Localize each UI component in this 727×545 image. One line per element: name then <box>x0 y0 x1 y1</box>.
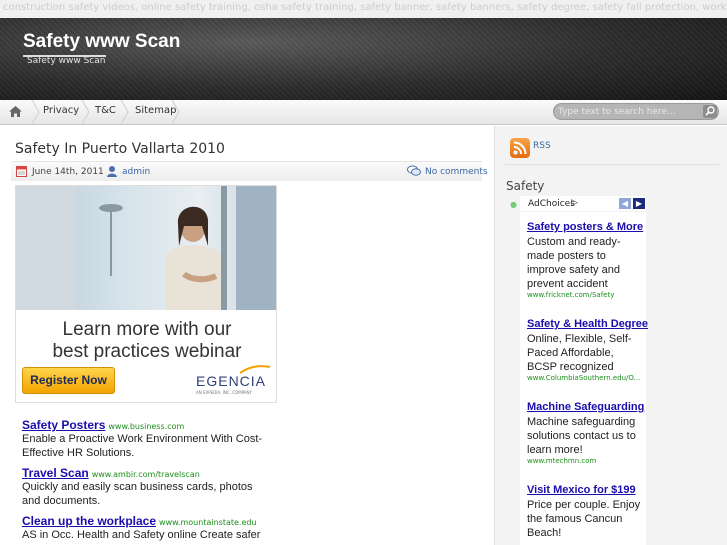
text-ad: Clean up the workplace www.mountainstate.… <box>22 514 272 542</box>
sidebar-ad-title[interactable]: Safety posters & More <box>527 220 646 235</box>
ad-photo <box>16 186 276 310</box>
sidebar-ad-description: Custom and ready-made posters to improve… <box>527 236 621 290</box>
bullet-icon: ● <box>510 200 517 209</box>
nav-separator <box>172 100 180 124</box>
sidebar-ad: Machine Safeguarding Machine safeguardin… <box>527 400 646 465</box>
nav-item-tc[interactable]: T&C <box>95 105 116 116</box>
ad-next-button[interactable]: ▶ <box>633 198 645 209</box>
text-ad-title[interactable]: Clean up the workplace <box>22 514 156 528</box>
text-ad: Travel Scan www.ambir.com/travelscan Quic… <box>22 466 272 508</box>
nav-separator <box>121 100 129 124</box>
adchoices-label[interactable]: AdChoices <box>528 199 575 209</box>
site-title[interactable]: Safety www Scan <box>23 31 180 53</box>
nav-item-privacy[interactable]: Privacy <box>43 105 79 116</box>
text-ad-url[interactable]: www.business.com <box>108 422 184 431</box>
comments-icon <box>407 165 421 176</box>
sidebar-ad: Safety posters & More Custom and ready-m… <box>527 220 646 299</box>
search-input[interactable] <box>558 105 698 119</box>
text-ad: Safety Posters www.business.com Enable a … <box>22 418 272 460</box>
post-date: June 14th, 2011 <box>32 167 104 177</box>
ad-headline: Learn more with our <box>62 319 232 340</box>
ad-photo-illustration <box>16 186 276 310</box>
ad-headline: best practices webinar <box>52 341 242 362</box>
register-now-button[interactable]: Register Now <box>22 367 115 394</box>
nav-separator <box>82 100 90 124</box>
post-title[interactable]: Safety In Puerto Vallarta 2010 <box>15 141 225 157</box>
sidebar-divider <box>505 164 719 165</box>
keyword-bar: construction safety videos, online safet… <box>0 0 727 18</box>
sidebar-ads: Safety posters & More Custom and ready-m… <box>520 212 648 545</box>
home-button[interactable] <box>0 100 32 124</box>
nav-separator <box>32 100 40 124</box>
search-icon[interactable] <box>703 105 717 118</box>
nav-item-sitemap[interactable]: Sitemap <box>135 105 176 116</box>
adchoices-icon[interactable]: ▷ <box>571 198 578 208</box>
sidebar-ad-url[interactable]: www.ColumbiaSouthern.edu/O... <box>527 374 646 382</box>
sidebar-ad-url[interactable]: www.mtechmn.com <box>527 457 646 465</box>
sidebar-ad-title[interactable]: Visit Mexico for $199 <box>527 483 646 498</box>
search-box <box>553 103 719 120</box>
ad-prev-button[interactable]: ◀ <box>619 198 631 209</box>
ad-brand-logo: EGENCIA <box>196 373 267 389</box>
text-ad-title[interactable]: Travel Scan <box>22 466 89 480</box>
site-tagline: Safety www Scan <box>27 56 106 66</box>
rss-icon[interactable] <box>510 138 530 158</box>
post-author-link[interactable]: admin <box>122 167 150 177</box>
sidebar-ad-url[interactable]: www.fricknet.com/Safety <box>527 291 646 299</box>
sidebar-ad: Visit Mexico for $199 Price per couple. … <box>527 483 646 540</box>
sidebar-ad-description: Online, Flexible, Self-Paced Affordable,… <box>527 333 632 373</box>
sidebar-heading: Safety <box>506 179 545 193</box>
text-ads: Safety Posters www.business.com Enable a … <box>22 418 272 545</box>
text-ad-description: Enable a Proactive Work Environment With… <box>22 433 263 459</box>
rss-link[interactable]: RSS <box>533 141 551 151</box>
comments-link[interactable]: No comments <box>425 167 488 177</box>
rss-glyph-icon <box>513 141 527 155</box>
user-icon <box>107 166 117 177</box>
text-ad-description: AS in Occ. Health and Safety online Crea… <box>22 529 261 541</box>
text-ad-title[interactable]: Safety Posters <box>22 418 105 432</box>
text-ad-description: Quickly and easily scan business cards, … <box>22 481 253 507</box>
sidebar-ad: Safety & Health Degree Online, Flexible,… <box>527 317 648 382</box>
sidebar-ad-description: Price per couple. Enjoy the famous Cancu… <box>527 499 641 539</box>
sidebar-ad-description: Machine safeguarding solutions contact u… <box>527 416 636 456</box>
ad-brand-subtext: AN EXPEDIA, INC. COMPANY <box>196 390 252 395</box>
banner-ad[interactable]: Learn more with our best practices webin… <box>15 185 277 403</box>
home-icon <box>9 106 22 117</box>
text-ad-url[interactable]: www.mountainstate.edu <box>159 518 256 527</box>
sidebar-ad-title[interactable]: Machine Safeguarding <box>527 400 646 415</box>
calendar-icon <box>16 166 27 177</box>
text-ad-url[interactable]: www.ambir.com/travelscan <box>92 470 200 479</box>
sidebar-ad-title[interactable]: Safety & Health Degree <box>527 317 648 332</box>
